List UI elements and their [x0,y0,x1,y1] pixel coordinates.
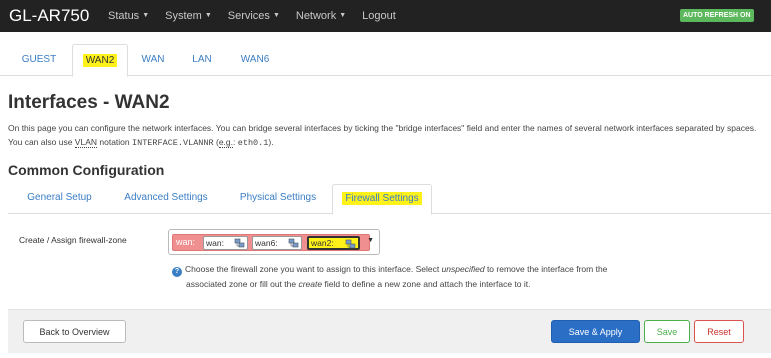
main-menu: Status ▼ System ▼ Services ▼ Network ▼ Logou… [108,0,412,32]
tab-guest-label: GUEST [21,54,57,65]
tab-firewall-settings[interactable]: Firewall Settings [332,184,432,215]
firewall-zone-select[interactable]: wan: wan: wan6: wan2: ▼ [168,229,380,255]
help-text: Choose the firewall zone you want to ass… [185,264,442,274]
help-text: create [298,279,323,289]
interface-chip-wan: wan: [203,236,248,250]
tab-wan[interactable]: WAN [133,44,173,76]
tab-wan-label: WAN [141,54,165,65]
eg-abbr: e.g. [218,137,234,148]
interface-chip-wan2: wan2: [307,236,360,250]
menu-system-label: System [165,10,202,22]
tab-firewall-settings-label: Firewall Settings [342,192,422,205]
top-navbar: GL-AR750 Status ▼ System ▼ Services ▼ Netwo… [0,0,771,32]
chevron-down-icon: ▼ [339,12,347,20]
save-button[interactable]: Save [644,320,690,343]
tab-advanced-settings-label: Advanced Settings [124,192,208,203]
tab-wan6-label: WAN6 [240,54,270,65]
interface-name: wan: [206,238,224,248]
vlan-abbr: VLAN [74,137,98,148]
section-tabs: General Setup Advanced Settings Physical… [8,184,771,215]
interface-name: wan6: [255,238,278,248]
tab-physical-settings-label: Physical Settings [239,192,317,203]
brand-logo-text[interactable]: GL-AR750 [9,6,89,26]
tab-wan2[interactable]: WAN2 [72,44,128,77]
section-title: Common Configuration [8,162,165,178]
menu-logout-label: Logout [362,10,396,22]
zone-name: wan: [176,237,196,247]
help-text: field to define a new zone and attach th… [322,279,531,289]
firewall-zone-label: Create / Assign firewall-zone [19,235,127,245]
back-to-overview-button[interactable]: Back to Overview [23,320,126,343]
dropdown-arrow-icon[interactable]: ▼ [367,237,374,244]
chevron-down-icon: ▼ [142,12,150,20]
menu-network-label: Network [295,10,337,22]
tab-lan[interactable]: LAN [182,44,222,76]
menu-network[interactable]: Network ▼ [296,0,346,32]
tab-lan-label: LAN [192,54,212,65]
tab-general-setup-label: General Setup [27,192,92,203]
help-text: associated zone or fill out the [186,279,299,289]
menu-services[interactable]: Services ▼ [228,0,280,32]
interface-name: wan2: [311,238,334,248]
tab-wan6[interactable]: WAN6 [230,44,280,76]
tab-advanced-settings[interactable]: Advanced Settings [111,184,221,214]
interface-chip-wan6: wan6: [252,236,302,250]
help-text: to remove the interface from the [484,264,608,274]
tab-guest[interactable]: GUEST [12,44,66,76]
help-line: associated zone or fill out the create f… [172,277,762,291]
example-code: eth0.1 [237,138,269,148]
network-interface-icon [345,239,356,249]
tab-wan2-label: WAN2 [82,54,118,67]
tab-general-setup[interactable]: General Setup [12,184,107,214]
tab-physical-settings[interactable]: Physical Settings [227,184,329,214]
interface-tabs: GUEST WAN2 WAN LAN WAN6 [0,44,771,77]
page-description: On this page you can configure the netwo… [8,121,768,150]
vlan-notation: INTERFACE.VLANNR [132,138,214,148]
form-footer: Back to Overview Save & Apply Save Reset [8,309,771,353]
help-text: unspecified [441,264,485,274]
firewall-zone-help: ? Choose the firewall zone you want to as… [172,262,762,291]
chevron-down-icon: ▼ [204,12,212,20]
menu-system[interactable]: System ▼ [165,0,212,32]
menu-status[interactable]: Status ▼ [108,0,149,32]
desc-text: notation [97,137,132,147]
zone-chip-wan[interactable]: wan: wan: wan6: wan2: [172,234,370,251]
network-interface-icon [234,238,245,248]
reset-button[interactable]: Reset [694,320,744,343]
menu-logout[interactable]: Logout [362,0,396,32]
chevron-down-icon: ▼ [272,12,280,20]
save-and-apply-button[interactable]: Save & Apply [551,320,640,343]
menu-status-label: Status [108,10,140,22]
network-interface-icon [288,238,299,248]
desc-text: ). [268,137,274,147]
info-icon: ? [172,267,182,277]
help-line: ? Choose the firewall zone you want to as… [172,262,762,277]
page-title: Interfaces - WAN2 [8,92,170,113]
menu-services-label: Services [227,10,270,22]
auto-refresh-badge[interactable]: AUTO REFRESH ON [680,9,754,22]
